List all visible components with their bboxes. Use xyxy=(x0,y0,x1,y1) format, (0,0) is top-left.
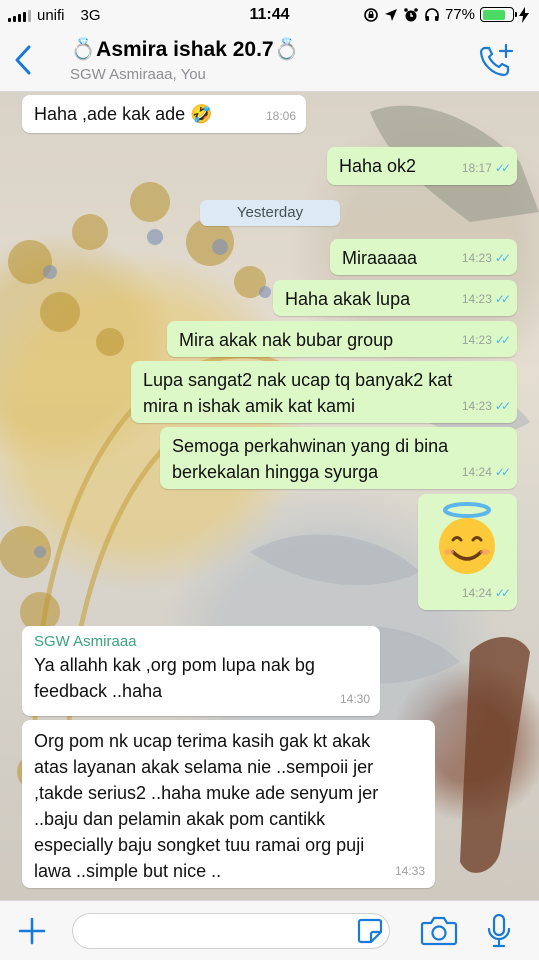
message-text: Haha akak lupa xyxy=(285,289,411,309)
camera-button[interactable] xyxy=(420,915,458,947)
message-text: Haha ok2 xyxy=(339,156,417,176)
message-outgoing[interactable]: Lupa sangat2 nak ucap tq banyak2 kat mir… xyxy=(131,361,517,423)
message-text: Lupa sangat2 nak ucap tq banyak2 kat mir… xyxy=(143,370,453,416)
sender-name[interactable]: SGW Asmiraaa xyxy=(34,632,368,652)
message-meta: 18:17 ✓✓ xyxy=(461,155,511,181)
read-ticks-icon: ✓✓ xyxy=(494,399,511,413)
message-meta: 14:23 ✓✓ xyxy=(461,245,511,271)
camera-icon xyxy=(420,916,458,946)
message-text: Org pom nk ucap terima kasih gak kt akak… xyxy=(34,731,379,881)
message-incoming[interactable]: Haha ,ade kak ade 🤣 18:06 xyxy=(22,95,306,133)
message-time: 14:23 xyxy=(461,333,492,347)
sticker-icon xyxy=(357,918,383,944)
message-text: Semoga perkahwinan yang di bina berkekal… xyxy=(172,436,449,482)
angel-emoji xyxy=(435,502,499,585)
message-outgoing[interactable]: Haha ok2 18:17 ✓✓ xyxy=(327,147,517,185)
back-button[interactable] xyxy=(8,40,38,80)
message-text: Miraaaaa xyxy=(342,248,418,268)
microphone-icon xyxy=(487,913,511,948)
date-divider: Yesterday xyxy=(200,200,340,226)
message-meta: 18:06 xyxy=(266,103,296,129)
message-outgoing-emoji[interactable]: 14:24 ✓✓ xyxy=(418,494,517,610)
read-ticks-icon: ✓✓ xyxy=(494,586,511,600)
alarm-icon xyxy=(404,7,418,21)
message-incoming[interactable]: Org pom nk ucap terima kasih gak kt akak… xyxy=(22,720,435,888)
read-ticks-icon: ✓✓ xyxy=(494,251,511,265)
chat-area[interactable]: Haha ,ade kak ade 🤣 18:06 Haha ok2 18:17… xyxy=(0,92,539,900)
message-text: Mira akak nak bubar group xyxy=(179,330,394,350)
message-incoming[interactable]: SGW Asmiraaa Ya allahh kak ,org pom lupa… xyxy=(22,626,380,716)
message-input[interactable] xyxy=(72,913,390,949)
message-time: 14:30 xyxy=(339,692,370,706)
message-time: 14:23 xyxy=(461,399,492,413)
message-time: 14:24 xyxy=(461,465,492,479)
message-time: 14:33 xyxy=(394,864,425,878)
message-outgoing[interactable]: Semoga perkahwinan yang di bina berkekal… xyxy=(160,427,517,489)
message-meta: 14:24 ✓✓ xyxy=(461,580,511,606)
chat-title[interactable]: 💍Asmira ishak 20.7💍 xyxy=(70,38,300,62)
message-meta: 14:24 ✓✓ xyxy=(461,459,511,485)
message-meta: 14:30 xyxy=(340,686,370,712)
read-ticks-icon: ✓✓ xyxy=(494,292,511,306)
add-call-icon xyxy=(479,43,514,77)
sticker-button[interactable] xyxy=(356,917,384,945)
message-text: Ya allahh kak ,org pom lupa nak bg feedb… xyxy=(34,655,315,701)
rotation-lock-icon xyxy=(364,7,378,22)
read-ticks-icon: ✓✓ xyxy=(494,333,511,347)
message-outgoing[interactable]: Haha akak lupa 14:23 ✓✓ xyxy=(273,280,517,316)
add-call-button[interactable] xyxy=(477,42,517,82)
charging-icon xyxy=(519,6,529,23)
battery-percent: 77% xyxy=(444,6,475,23)
message-time: 14:24 xyxy=(461,586,492,600)
message-meta: 14:23 ✓✓ xyxy=(461,393,511,419)
read-ticks-icon: ✓✓ xyxy=(494,465,511,479)
attach-button[interactable] xyxy=(14,913,50,949)
read-ticks-icon: ✓✓ xyxy=(494,161,511,175)
chat-header: 💍Asmira ishak 20.7💍 SGW Asmiraaa, You xyxy=(0,32,539,92)
status-bar: unifi 3G 11:44 77% xyxy=(0,0,539,32)
chat-participants[interactable]: SGW Asmiraaa, You xyxy=(70,66,206,83)
message-meta: 14:23 ✓✓ xyxy=(461,327,511,353)
message-outgoing[interactable]: Miraaaaa 14:23 ✓✓ xyxy=(330,239,517,275)
battery-icon xyxy=(480,7,517,22)
location-icon xyxy=(384,8,397,21)
message-meta: 14:33 xyxy=(395,858,425,884)
message-time: 18:06 xyxy=(265,109,296,123)
message-time: 18:17 xyxy=(461,161,492,175)
plus-icon xyxy=(18,917,46,945)
message-text: Haha ,ade kak ade 🤣 xyxy=(34,104,213,124)
voice-record-button[interactable] xyxy=(484,913,514,949)
headphones-icon xyxy=(425,7,439,21)
message-meta: 14:23 ✓✓ xyxy=(461,286,511,312)
chevron-left-icon xyxy=(15,45,31,75)
status-right: 77% xyxy=(363,6,529,23)
composer-bar xyxy=(0,900,539,960)
message-time: 14:23 xyxy=(461,292,492,306)
message-outgoing[interactable]: Mira akak nak bubar group 14:23 ✓✓ xyxy=(167,321,517,357)
message-time: 14:23 xyxy=(461,251,492,265)
